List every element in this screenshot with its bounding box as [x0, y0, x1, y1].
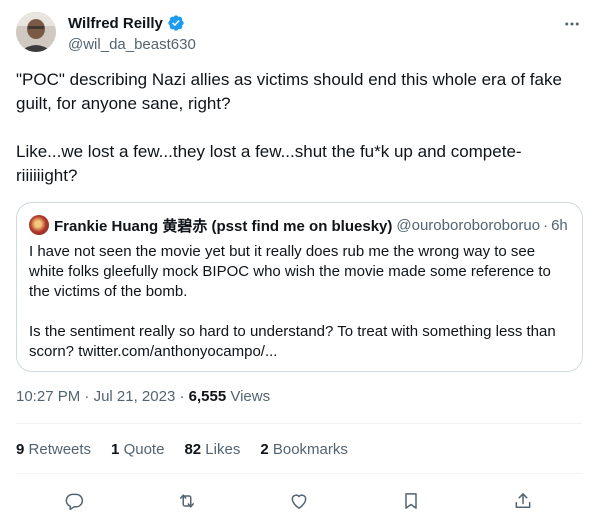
likes-label: Likes: [205, 441, 241, 458]
like-icon[interactable]: [288, 490, 310, 512]
retweets-stat[interactable]: 9 Retweets: [16, 440, 91, 460]
quoted-tweet-time: 6h: [551, 216, 568, 234]
more-options-icon[interactable]: [562, 14, 582, 34]
tweet-text: "POC" describing Nazi allies as victims …: [16, 70, 562, 185]
separator-dot: ·: [84, 388, 94, 405]
bookmarks-count: 2: [260, 441, 269, 458]
divider: [16, 473, 582, 474]
quoted-author-avatar: [29, 215, 49, 235]
profile-photo-icon: [16, 12, 56, 52]
tweet-time[interactable]: 10:27 PM: [16, 388, 80, 405]
tweet-header: Wilfred Reilly @wil_da_beast630: [16, 12, 582, 56]
quoted-author-handle: @ouroboroboroboruo: [396, 216, 541, 234]
retweets-label: Retweets: [28, 441, 92, 458]
author-handle[interactable]: @wil_da_beast630: [68, 35, 196, 55]
tweet-meta: 10:27 PM · Jul 21, 2023 · 6,555 Views: [16, 387, 270, 407]
bookmarks-stat[interactable]: 2 Bookmarks: [260, 440, 348, 460]
bookmark-icon[interactable]: [400, 490, 422, 512]
reply-icon[interactable]: [63, 490, 85, 512]
bookmarks-label: Bookmarks: [272, 441, 348, 458]
quotes-stat[interactable]: 1 Quote: [111, 440, 164, 460]
likes-stat[interactable]: 82 Likes: [184, 440, 240, 460]
share-icon[interactable]: [512, 490, 534, 512]
views-label: Views: [230, 388, 271, 405]
verified-badge-icon[interactable]: [167, 14, 185, 32]
quotes-count: 1: [111, 441, 120, 458]
tweet-date[interactable]: Jul 21, 2023: [94, 388, 176, 405]
quoted-author-name: Frankie Huang 黄碧赤 (psst find me on blues…: [54, 217, 393, 235]
views-count: 6,555: [188, 388, 227, 405]
quoted-tweet[interactable]: Frankie Huang 黄碧赤 (psst find me on blues…: [16, 202, 583, 372]
retweet-icon[interactable]: [176, 490, 198, 512]
quoted-tweet-text: I have not seen the movie yet but it rea…: [29, 243, 556, 360]
quotes-label: Quote: [123, 441, 165, 458]
separator-dot: ·: [543, 216, 549, 234]
action-bar: [16, 484, 582, 518]
likes-count: 82: [184, 441, 202, 458]
divider: [16, 423, 582, 424]
separator-dot: ·: [179, 388, 189, 405]
author-avatar[interactable]: [16, 12, 56, 52]
retweets-count: 9: [16, 441, 25, 458]
author-display-name[interactable]: Wilfred Reilly: [68, 15, 163, 32]
engagement-stats: 9 Retweets 1 Quote 82 Likes 2 Bookmarks: [16, 440, 368, 460]
